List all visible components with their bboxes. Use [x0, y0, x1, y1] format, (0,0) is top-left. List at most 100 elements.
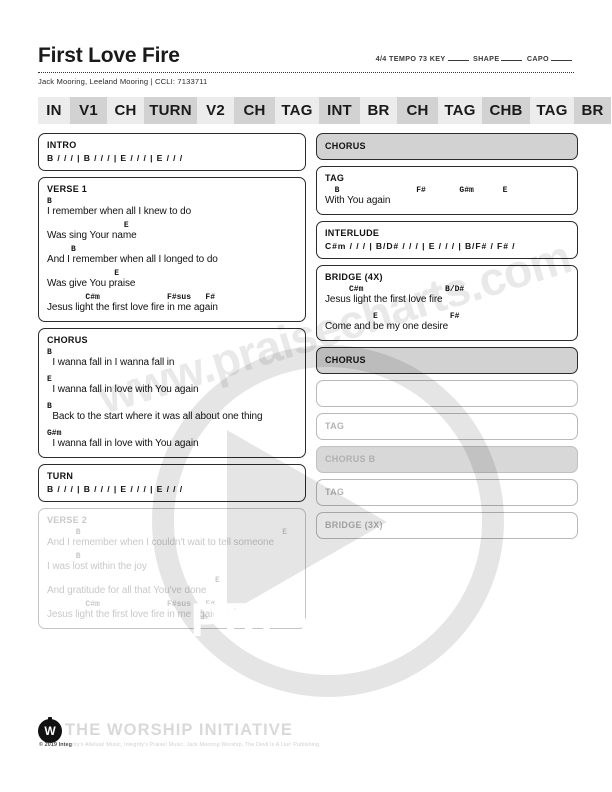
section-intro: INTRO B / / / | B / / / | E / / / | E / … [38, 133, 306, 171]
nav-pill-v1-1[interactable]: V1 [70, 97, 107, 124]
section-label-chorus-ref-2: CHORUS [325, 355, 366, 365]
copyright-mark: © 2019 Integ [39, 742, 73, 748]
chord-line: C#m F#sus F# [47, 293, 216, 302]
nav-pill-label: CHB [489, 102, 523, 119]
verse-1-lines: BI remember when all I knew to do E Was s… [47, 196, 297, 315]
chart-footer: W THE WORSHIP INITIATIVE © 2019 Integrit… [38, 716, 578, 760]
section-nav-bar: IN V1 CH TURN V2 CH TAG INT BR CH TAG CHB TAG BR [38, 97, 611, 124]
ghost-section-2: CHORUS B [316, 446, 578, 473]
section-chorus: CHORUS B I wanna fall in I wanna fall in… [38, 328, 306, 458]
lyric-line: Come and be my one desire [325, 321, 449, 332]
section-turn: TURN B / / / | B / / / | E / / / | E / /… [38, 464, 306, 502]
chord-line: B [47, 245, 76, 254]
page-title: First Love Fire [38, 44, 180, 67]
nav-pill-tag-6[interactable]: TAG [275, 97, 319, 124]
chord-line: B F# G#m E [325, 186, 508, 195]
nav-pill-ch-9[interactable]: CH [397, 97, 438, 124]
section-chorus-reference-1: CHORUS [316, 133, 578, 160]
shape-blank[interactable] [501, 53, 523, 61]
brand-name: THE WORSHIP INITIATIVE [65, 721, 294, 739]
ghost-section-3: TAG [316, 479, 578, 506]
section-label-chorus: CHORUS [47, 335, 88, 345]
section-chorus-reference-2: CHORUS [316, 347, 578, 374]
nav-pill-label: IN [46, 102, 62, 119]
nav-pill-label: CH [406, 102, 429, 119]
nav-pill-in-0[interactable]: IN [38, 97, 70, 124]
ghost-section-label: TAG [325, 421, 345, 431]
nav-pill-turn-3[interactable]: TURN [144, 97, 197, 124]
nav-pill-tag-10[interactable]: TAG [438, 97, 482, 124]
lyric-line: Was sing Your name [47, 230, 137, 241]
lyric-line: I wanna fall in love with You again [47, 384, 199, 395]
section-label-bridge: BRIDGE (4X) [325, 272, 383, 282]
verse-2-line-2: E And gratitude for all that You've done [47, 575, 297, 598]
chord-line: B [47, 197, 52, 206]
copyright-rest: rity's Alleluia! Music, Integrity's Prai… [72, 742, 320, 748]
lyric-line: And gratitude for all that You've done [47, 585, 207, 596]
chorus-line-1: E I wanna fall in love with You again [47, 374, 297, 397]
right-column: CHORUS TAG B F# G#m E With You again INTE… [316, 133, 578, 545]
ghost-section-4: BRIDGE (3X) [316, 512, 578, 539]
chord-line: E [47, 576, 220, 585]
key-blank[interactable] [447, 53, 469, 61]
section-interlude: INTERLUDE C#m / / / | B/D# / / / | E / /… [316, 221, 578, 259]
nav-pill-ch-5[interactable]: CH [234, 97, 275, 124]
section-verse-1: VERSE 1 BI remember when all I knew to d… [38, 177, 306, 322]
nav-pill-label: CH [243, 102, 266, 119]
nav-pill-br-13[interactable]: BR [574, 97, 611, 124]
nav-pill-v2-4[interactable]: V2 [197, 97, 234, 124]
lyric-line: And I remember when all I longed to do [47, 254, 218, 265]
nav-pill-ch-2[interactable]: CH [107, 97, 144, 124]
nav-pill-tag-12[interactable]: TAG [530, 97, 574, 124]
tempo-value: 73 [418, 54, 428, 63]
ghost-section-0 [316, 380, 578, 407]
nav-pill-label: BR [581, 102, 604, 119]
nav-pill-int-7[interactable]: INT [319, 97, 360, 124]
section-label-turn: TURN [47, 471, 74, 481]
chord-line: E [47, 375, 52, 384]
chorus-line-0: B I wanna fall in I wanna fall in [47, 347, 297, 370]
section-label-chorus-ref-1: CHORUS [325, 141, 366, 151]
section-label-verse-1: VERSE 1 [47, 184, 88, 194]
verse-1-line-0: BI remember when all I knew to do [47, 196, 297, 219]
verse-1-line-1: E Was sing Your name [47, 220, 297, 243]
credits-line: Jack Mooring, Leeland Mooring | CCLI: 71… [38, 77, 208, 86]
lyric-line: With You again [325, 195, 391, 206]
nav-pill-label: V2 [206, 102, 225, 119]
lyric-line: Jesus light the first love fire [325, 294, 443, 305]
verse-2-line-3: C#m F#sus F# Jesus light the first love f… [47, 599, 297, 622]
header-divider [38, 72, 574, 73]
tag-line-0: B F# G#m E With You again [325, 185, 569, 208]
chord-line: B [47, 402, 52, 411]
capo-blank[interactable] [551, 53, 572, 61]
copyright-line: © 2019 Integrity's Alleluia! Music, Inte… [39, 742, 319, 748]
nav-pill-label: INT [327, 102, 352, 119]
verse-1-line-4: C#m F#sus F# Jesus light the first love f… [47, 292, 297, 315]
nav-pill-br-8[interactable]: BR [360, 97, 397, 124]
bridge-lines: C#m B/D# Jesus light the first love fire … [325, 284, 569, 334]
chord-line: B [47, 552, 81, 561]
ghost-section-label: TAG [325, 487, 345, 497]
left-column: INTRO B / / / | B / / / | E / / / | E / … [38, 133, 306, 635]
chart-metadata: 4/4 TEMPO 73 KEY SHAPE CAPO [376, 53, 574, 63]
ghost-section-list: TAG CHORUS B TAG BRIDGE (3X) [316, 380, 578, 539]
lyric-line: I wanna fall in I wanna fall in [47, 357, 175, 368]
tempo-label: TEMPO [389, 54, 417, 63]
logo-stem [48, 717, 52, 722]
progression-interlude: C#m / / / | B/D# / / / | E / / / | B/F# … [325, 241, 516, 251]
section-verse-2: VERSE 2 B E And I remember when I couldn'… [38, 508, 306, 629]
progression-turn: B / / / | B / / / | E / / / | E / / / [47, 484, 184, 494]
section-label-tag: TAG [325, 173, 345, 183]
tag-lines: B F# G#m E With You again [325, 185, 569, 208]
chord-line: C#m B/D# [325, 285, 465, 294]
chord-chart-page: First Love Fire 4/4 TEMPO 73 KEY SHAPE C… [0, 0, 612, 792]
verse-2-line-0: B E And I remember when I couldn't wait t… [47, 527, 297, 550]
nav-pill-label: CH [114, 102, 137, 119]
lyric-line: Back to the start where it was all about… [47, 411, 263, 422]
nav-pill-label: BR [367, 102, 390, 119]
nav-pill-chb-11[interactable]: CHB [482, 97, 530, 124]
key-label: KEY [429, 54, 446, 63]
nav-pill-label: V1 [79, 102, 98, 119]
chord-line: G#m [47, 429, 62, 438]
verse-1-line-3: E Was give You praise [47, 268, 297, 291]
